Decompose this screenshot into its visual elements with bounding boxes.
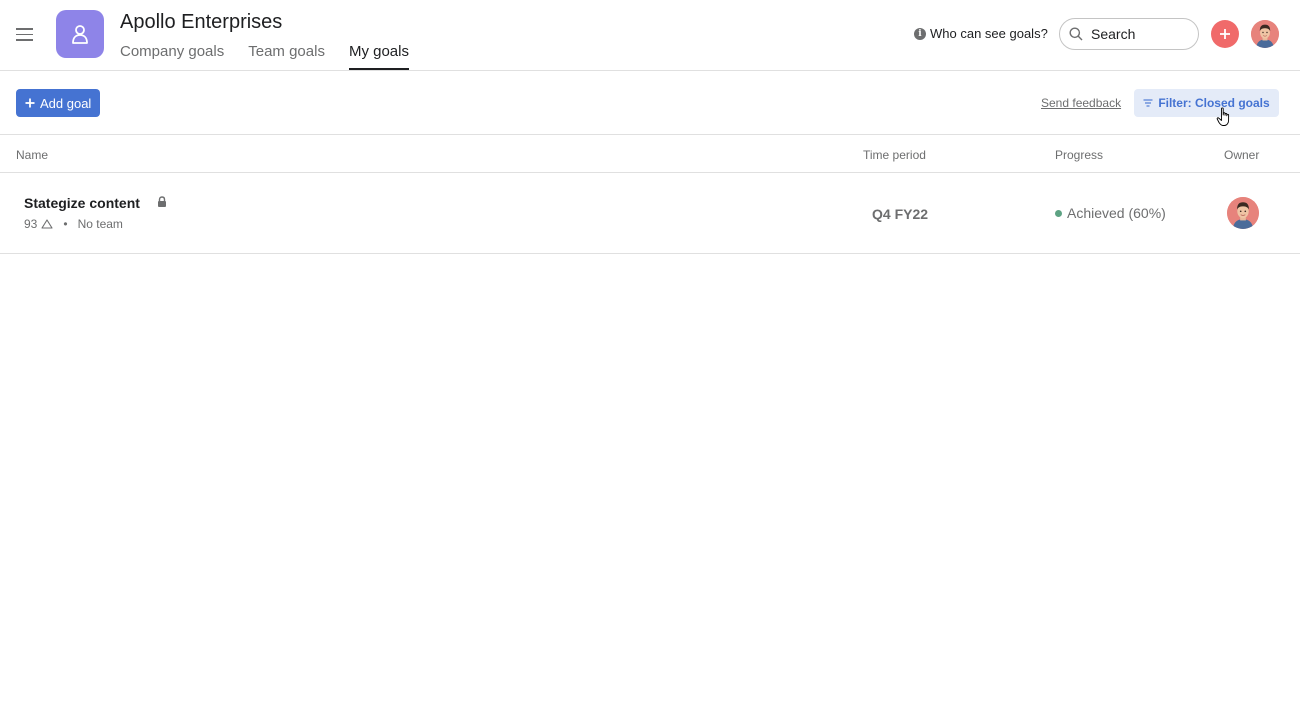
status-dot <box>1055 209 1062 217</box>
add-goal-button[interactable]: Add goal <box>16 89 101 117</box>
column-header-progress[interactable]: Progress <box>1055 148 1103 162</box>
tab-my-goals[interactable]: My goals <box>348 43 409 70</box>
filter-icon <box>1143 99 1153 107</box>
send-feedback-link[interactable]: Send feedback <box>1041 96 1121 110</box>
table-row[interactable]: Stategize content 93 • No team Q4 FY22 A… <box>0 173 1300 254</box>
info-icon: i <box>914 27 926 40</box>
column-header-name[interactable]: Name <box>16 148 48 162</box>
add-goal-label: Add goal <box>40 95 92 111</box>
filter-button[interactable]: Filter: Closed goals <box>1134 89 1279 117</box>
goals-toolbar: Add goal Send feedback Filter: Closed go… <box>0 71 1300 135</box>
page-header: Apollo Enterprises Company goals Team go… <box>0 0 1300 71</box>
search-input[interactable] <box>1091 26 1191 42</box>
user-avatar[interactable] <box>1251 20 1279 48</box>
goal-meta: 93 • No team <box>24 217 123 231</box>
goal-team: No team <box>77 217 123 231</box>
create-button[interactable] <box>1211 20 1239 48</box>
goal-progress[interactable]: Achieved (60%) <box>1055 205 1166 221</box>
goal-time-period[interactable]: Q4 FY22 <box>872 206 928 222</box>
owner-avatar[interactable] <box>1227 197 1259 229</box>
who-can-see-goals-link[interactable]: i Who can see goals? <box>914 26 1048 41</box>
table-header: Name Time period Progress Owner <box>0 136 1300 173</box>
separator-dot: • <box>63 217 68 231</box>
column-header-time-period[interactable]: Time period <box>863 148 926 162</box>
plus-icon <box>25 98 35 108</box>
goal-tabs: Company goals Team goals My goals <box>120 43 409 71</box>
who-can-see-goals-label: Who can see goals? <box>930 26 1048 41</box>
progress-status: Achieved (60%) <box>1067 205 1166 221</box>
tab-company-goals[interactable]: Company goals <box>120 43 224 70</box>
plus-icon <box>1220 29 1230 39</box>
triangle-up-icon[interactable] <box>41 219 53 229</box>
filter-label: Filter: Closed goals <box>1158 96 1270 110</box>
org-title: Apollo Enterprises <box>120 11 283 33</box>
like-count: 93 <box>24 217 38 231</box>
tab-team-goals[interactable]: Team goals <box>248 43 325 70</box>
org-logo-icon <box>56 10 104 58</box>
lock-icon <box>158 196 166 207</box>
column-header-owner[interactable]: Owner <box>1224 148 1259 162</box>
hamburger-menu-icon[interactable] <box>16 27 33 41</box>
search-icon <box>1069 27 1083 41</box>
goal-name[interactable]: Stategize content <box>24 195 140 211</box>
search-box[interactable] <box>1059 18 1199 50</box>
